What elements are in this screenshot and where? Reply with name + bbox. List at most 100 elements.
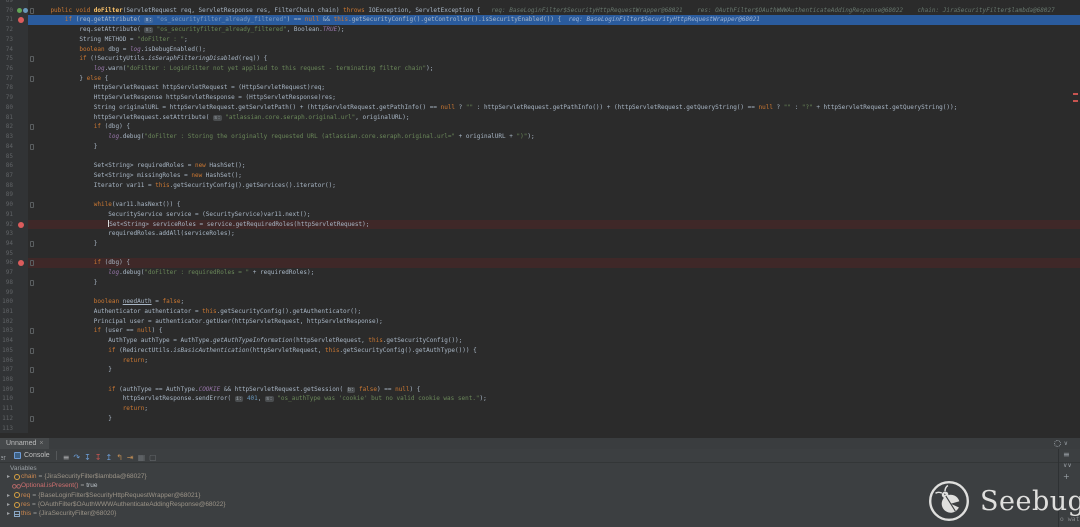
gutter[interactable] xyxy=(16,35,28,45)
code-line-93[interactable]: 93 requiredRoles.addAll(serviceRoles); xyxy=(0,229,1080,239)
gutter[interactable] xyxy=(16,307,28,317)
code-line-107[interactable]: 107 } xyxy=(0,365,1080,375)
code-line-111[interactable]: 111 return; xyxy=(0,404,1080,414)
code-line-105[interactable]: 105 if (RedirectUtils.isBasicAuthenticat… xyxy=(0,346,1080,356)
code-line-70[interactable]: 70 public void doFilter(ServletRequest r… xyxy=(0,6,1080,16)
fold-gutter[interactable] xyxy=(28,307,36,317)
code-line-112[interactable]: 112 } xyxy=(0,414,1080,424)
code-line-92[interactable]: 92 Set<String> serviceRoles = service.ge… xyxy=(0,220,1080,230)
code-line-103[interactable]: 103 if (user == null) { xyxy=(0,326,1080,336)
gutter[interactable] xyxy=(16,45,28,55)
fold-gutter[interactable] xyxy=(28,288,36,298)
fold-gutter[interactable] xyxy=(28,113,36,123)
fold-gutter[interactable] xyxy=(28,103,36,113)
fold-gutter[interactable] xyxy=(28,220,36,230)
fold-gutter[interactable] xyxy=(28,132,36,142)
variable-row[interactable]: Optional.isPresent()=true xyxy=(0,481,1080,490)
code-line-89[interactable]: 89 xyxy=(0,190,1080,200)
fold-gutter[interactable] xyxy=(28,356,36,366)
code-line-113[interactable]: 113 xyxy=(0,424,1080,434)
variable-row[interactable]: ▸req={BaseLoginFilter$SecurityHttpReques… xyxy=(0,491,1080,500)
gutter[interactable] xyxy=(16,424,28,434)
code-line-80[interactable]: 80 String originalURL = httpServletReque… xyxy=(0,103,1080,113)
code-line-90[interactable]: 90 while(var11.hasNext()) { xyxy=(0,200,1080,210)
run-to-cursor-icon[interactable]: ⇥ xyxy=(127,453,134,462)
code-line-72[interactable]: 72 req.setAttribute( s: "os_securityfilt… xyxy=(0,25,1080,35)
code-line-98[interactable]: 98 } xyxy=(0,278,1080,288)
gutter[interactable] xyxy=(16,239,28,249)
gutter[interactable] xyxy=(16,336,28,346)
code-line-84[interactable]: 84 } xyxy=(0,142,1080,152)
fold-gutter[interactable] xyxy=(28,171,36,181)
fold-gutter[interactable] xyxy=(28,64,36,74)
breakpoint-icon[interactable] xyxy=(18,222,24,228)
code-line-88[interactable]: 88 Iterator var11 = this.getSecurityConf… xyxy=(0,181,1080,191)
evaluate-expression-icon[interactable]: ▦ xyxy=(138,453,146,462)
fold-gutter[interactable] xyxy=(28,161,36,171)
hamburger-icon[interactable]: ≡ xyxy=(63,453,70,462)
fold-gutter[interactable] xyxy=(28,142,36,152)
gutter[interactable] xyxy=(16,93,28,103)
fold-gutter[interactable] xyxy=(28,152,36,162)
fold-gutter[interactable] xyxy=(28,210,36,220)
fold-gutter[interactable] xyxy=(28,35,36,45)
code-line-87[interactable]: 87 Set<String> missingRoles = new HashSe… xyxy=(0,171,1080,181)
code-line-71[interactable]: 71 if (req.getAttribute( s: "os_security… xyxy=(0,15,1080,25)
fold-gutter[interactable] xyxy=(28,365,36,375)
code-line-86[interactable]: 86 Set<String> requiredRoles = new HashS… xyxy=(0,161,1080,171)
code-line-106[interactable]: 106 return; xyxy=(0,356,1080,366)
variable-row[interactable]: ▸this={JiraSecurityFilter@68020} xyxy=(0,509,1080,518)
fold-gutter[interactable] xyxy=(28,424,36,434)
code-line-96[interactable]: 96 if (dbg) { xyxy=(0,258,1080,268)
gutter[interactable] xyxy=(16,326,28,336)
scrollbar-error-mark[interactable] xyxy=(1073,93,1078,95)
gutter[interactable] xyxy=(16,268,28,278)
gutter[interactable] xyxy=(16,103,28,113)
gutter[interactable] xyxy=(16,375,28,385)
mute-breakpoints-icon[interactable]: ▢ xyxy=(149,453,157,462)
gutter[interactable] xyxy=(16,190,28,200)
fold-gutter[interactable] xyxy=(28,83,36,93)
expand-arrow-icon[interactable]: ▸ xyxy=(5,501,12,508)
implements-method-icon[interactable] xyxy=(23,8,28,13)
step-into-icon[interactable]: ↧ xyxy=(84,453,91,462)
code-line-79[interactable]: 79 HttpServletResponse httpServletRespon… xyxy=(0,93,1080,103)
code-line-81[interactable]: 81 httpServletRequest.setAttribute( s: "… xyxy=(0,113,1080,123)
fold-gutter[interactable] xyxy=(28,45,36,55)
fold-gutter[interactable] xyxy=(28,200,36,210)
code-line-77[interactable]: 77 } else { xyxy=(0,74,1080,84)
gutter[interactable] xyxy=(16,122,28,132)
breakpoint-icon[interactable] xyxy=(18,17,24,23)
fold-gutter[interactable] xyxy=(28,394,36,404)
gutter[interactable] xyxy=(16,356,28,366)
fold-gutter[interactable] xyxy=(28,6,36,16)
fold-gutter[interactable] xyxy=(28,317,36,327)
fold-gutter[interactable] xyxy=(28,375,36,385)
fold-gutter[interactable] xyxy=(28,385,36,395)
fold-gutter[interactable] xyxy=(28,190,36,200)
gutter[interactable] xyxy=(16,132,28,142)
fold-gutter[interactable] xyxy=(28,297,36,307)
fold-gutter[interactable] xyxy=(28,181,36,191)
gutter[interactable] xyxy=(16,414,28,424)
chevron-down-icon[interactable]: ∨∨ xyxy=(1059,460,1080,471)
tab-console[interactable]: Console xyxy=(14,452,50,459)
gutter[interactable] xyxy=(16,113,28,123)
fold-gutter[interactable] xyxy=(28,404,36,414)
gutter[interactable] xyxy=(16,200,28,210)
gutter[interactable] xyxy=(16,171,28,181)
gutter[interactable] xyxy=(16,288,28,298)
fold-gutter[interactable] xyxy=(28,239,36,249)
code-line-85[interactable]: 85 xyxy=(0,152,1080,162)
code-line-76[interactable]: 76 log.warn("doFilter : LoginFilter not … xyxy=(0,64,1080,74)
fold-gutter[interactable] xyxy=(28,15,36,25)
gutter[interactable] xyxy=(16,74,28,84)
expand-arrow-icon[interactable]: ▸ xyxy=(5,510,12,517)
gutter[interactable] xyxy=(16,249,28,259)
code-line-75[interactable]: 75 if (!SecurityUtils.isSeraphFilteringD… xyxy=(0,54,1080,64)
fold-gutter[interactable] xyxy=(28,278,36,288)
gutter[interactable] xyxy=(16,278,28,288)
close-icon[interactable]: × xyxy=(39,440,43,447)
step-over-icon[interactable]: ↷ xyxy=(73,453,80,462)
hamburger-icon[interactable]: ≡ xyxy=(1059,449,1080,460)
